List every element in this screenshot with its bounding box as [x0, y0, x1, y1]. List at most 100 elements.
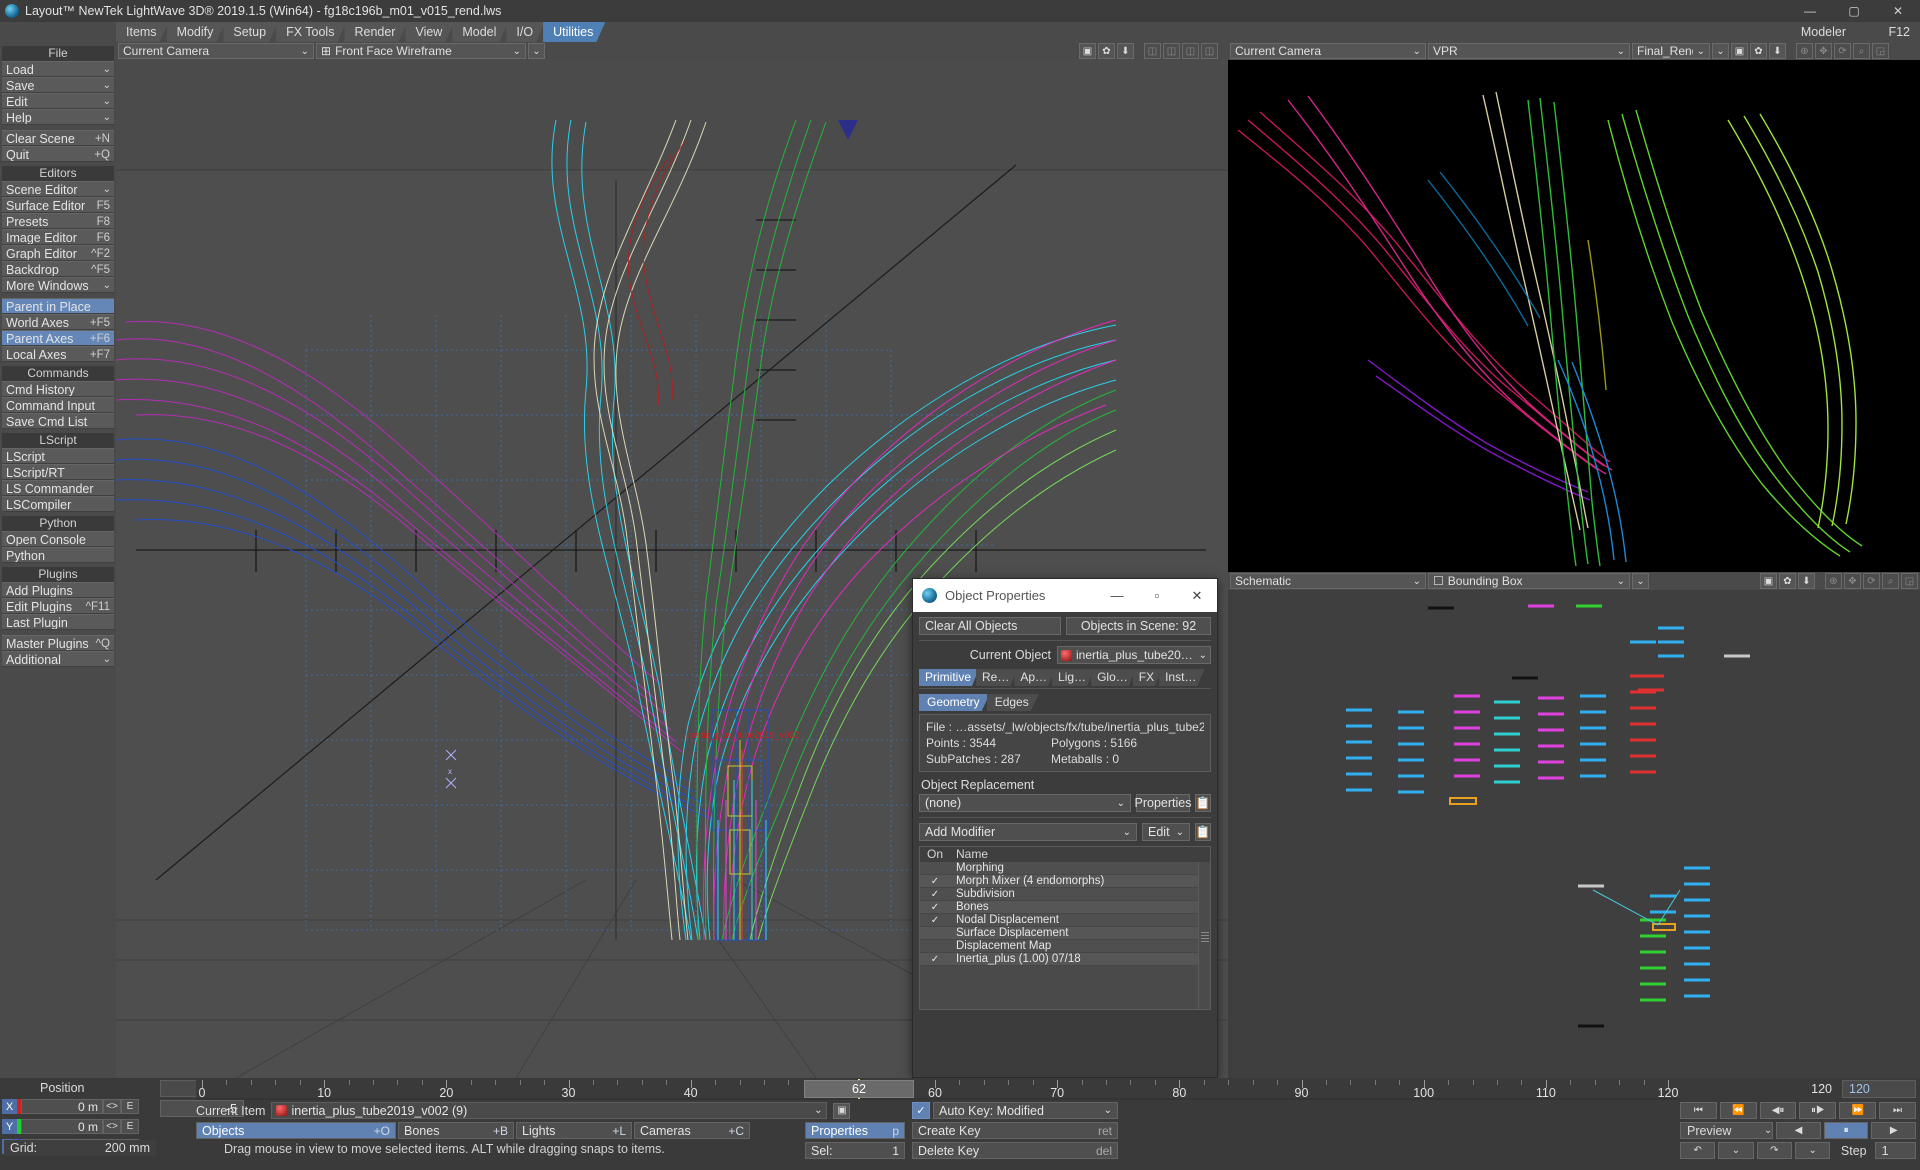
objprops-tab-glo-[interactable]: Glo… — [1091, 669, 1136, 686]
schematic-display-chevron-icon[interactable]: ⌄ — [1632, 573, 1649, 589]
gear-icon[interactable]: ✿ — [1750, 43, 1767, 59]
sidebar-item-surface-editor[interactable]: Surface Editor F5 — [2, 197, 114, 213]
sidebar-item-backdrop[interactable]: Backdrop ^F5 — [2, 261, 114, 277]
modifier-enabled-checkbox[interactable]: ✓ — [920, 901, 950, 913]
vpr-camera-select[interactable]: Current Camera ⌄ — [1230, 43, 1426, 59]
sidebar-item-ls-commander[interactable]: LS Commander — [2, 480, 114, 496]
export-icon[interactable]: ⬇ — [1769, 43, 1786, 59]
modifier-row[interactable]: ✓ Subdivision — [920, 888, 1210, 901]
modifier-row[interactable]: Surface Displacement — [920, 927, 1210, 940]
vpr-preset-select[interactable]: Final_Render⌄ — [1632, 43, 1710, 59]
minimize-icon[interactable]: — — [1097, 579, 1137, 612]
zoom-icon[interactable]: ⌕ — [1853, 43, 1870, 59]
modifier-row[interactable]: ✓ Morph Mixer (4 endomorphs) — [920, 875, 1210, 888]
menu-tab-view[interactable]: View — [405, 22, 454, 42]
pause-button[interactable]: ⏸ — [1823, 1122, 1869, 1139]
sidebar-item-parent-in-place[interactable]: Parent in Place — [2, 298, 114, 314]
delete-key-button[interactable]: Delete Key del — [912, 1142, 1118, 1159]
grid3-icon[interactable]: ◫ — [1182, 43, 1199, 59]
modifier-row[interactable]: ✓ Bones — [920, 901, 1210, 914]
sidebar-item-command-input[interactable]: Command Input — [2, 397, 114, 413]
move-icon[interactable]: ✥ — [1844, 573, 1861, 589]
objprops-tab-lig-[interactable]: Lig… — [1052, 669, 1094, 686]
modifier-enabled-checkbox[interactable] — [920, 940, 950, 952]
objprops-tab-primitive[interactable]: Primitive — [919, 669, 979, 686]
sidebar-item-clear-scene[interactable]: Clear Scene +N — [2, 130, 114, 146]
modeler-button[interactable]: Modeler — [1801, 22, 1846, 42]
prev-key-button[interactable]: ⏪ — [1719, 1102, 1757, 1119]
current-item-field[interactable]: inertia_plus_tube2019_v002 (9) ⌄ — [271, 1102, 828, 1119]
properties-button[interactable]: Properties p — [805, 1122, 905, 1139]
sidebar-item-lscript[interactable]: LScript — [2, 448, 114, 464]
menu-tab-modify[interactable]: Modify — [167, 22, 226, 42]
objprops-tab-inst-[interactable]: Inst… — [1159, 669, 1204, 686]
grid1-icon[interactable]: ◫ — [1144, 43, 1161, 59]
move-icon[interactable]: ✥ — [1815, 43, 1832, 59]
redo-dropdown-icon[interactable]: ⌄ — [1794, 1142, 1831, 1159]
modifier-enabled-checkbox[interactable]: ✓ — [920, 888, 950, 900]
current-frame-box[interactable]: 62 — [804, 1080, 914, 1098]
sidebar-item-graph-editor[interactable]: Graph Editor ^F2 — [2, 245, 114, 261]
menu-tab-utilities[interactable]: Utilities — [543, 22, 605, 42]
scrollbar-grip[interactable] — [1201, 932, 1209, 944]
export-icon[interactable]: ⬇ — [1117, 43, 1134, 59]
sidebar-item-python[interactable]: Python — [2, 547, 114, 563]
menu-tab-setup[interactable]: Setup — [223, 22, 278, 42]
sidebar-item-world-axes[interactable]: World Axes +F5 — [2, 314, 114, 330]
undo-button[interactable]: ↶ — [1680, 1142, 1716, 1159]
play-backward-button[interactable]: ◀ — [1776, 1122, 1821, 1139]
axis-nudge-icon[interactable]: <> — [103, 1099, 121, 1114]
sidebar-item-additional[interactable]: Additional ⌄ — [2, 651, 114, 667]
object-properties-window[interactable]: Object Properties — ▫ ✕ Clear All Object… — [912, 578, 1218, 1078]
modifier-enabled-checkbox[interactable] — [920, 862, 950, 874]
sidebar-item-lscompiler[interactable]: LSCompiler — [2, 496, 114, 512]
sidebar-item-edit[interactable]: Edit ⌄ — [2, 93, 114, 109]
sidebar-item-add-plugins[interactable]: Add Plugins — [2, 582, 114, 598]
modifier-list[interactable]: On Name Morphing ✓ Morph Mixer (4 endomorp… — [919, 846, 1211, 1010]
sidebar-item-save-cmd-list[interactable]: Save Cmd List — [2, 413, 114, 429]
sidebar-item-presets[interactable]: Presets F8 — [2, 213, 114, 229]
menu-tab-render[interactable]: Render — [344, 22, 407, 42]
grid4-icon[interactable]: ◫ — [1201, 43, 1218, 59]
schematic-mode-select[interactable]: Schematic ⌄ — [1230, 573, 1426, 589]
menu-tab-items[interactable]: Items — [116, 22, 169, 42]
viewport-camera-select[interactable]: Current Camera ⌄ — [118, 43, 314, 59]
modifier-list-scrollbar[interactable] — [1198, 862, 1210, 1009]
timeline-ruler[interactable]: 0102030405060708090100110120 62 — [196, 1078, 1680, 1100]
axis-envelope-button[interactable]: E — [121, 1119, 139, 1134]
axis-envelope-button[interactable]: E — [121, 1099, 139, 1114]
first-frame-button[interactable]: ⏮ — [1680, 1102, 1717, 1119]
redo-button[interactable]: ↷ — [1756, 1142, 1792, 1159]
modifier-enabled-checkbox[interactable] — [920, 927, 950, 939]
play-forward-button[interactable]: ▶ — [1871, 1122, 1916, 1139]
maximize-icon[interactable]: ◲ — [1872, 43, 1889, 59]
objprops-tab-re-[interactable]: Re… — [976, 669, 1017, 686]
objprops-tab-fx[interactable]: FX — [1133, 669, 1162, 686]
camera-icon[interactable]: ▣ — [1079, 43, 1096, 59]
minimize-icon[interactable]: — — [1788, 0, 1832, 22]
vpr-mode-select[interactable]: VPR ⌄ — [1428, 43, 1630, 59]
select-mode-cameras[interactable]: Cameras +C — [634, 1122, 750, 1139]
menu-tab-fx-tools[interactable]: FX Tools — [276, 22, 346, 42]
select-mode-lights[interactable]: Lights +L — [516, 1122, 632, 1139]
prev-frame-button[interactable]: ◀⏸ — [1759, 1102, 1797, 1119]
auto-key-checkbox[interactable]: ✓ — [912, 1102, 930, 1119]
object-replacement-properties-button[interactable]: Properties — [1135, 794, 1192, 812]
modifier-row[interactable]: ✓ Nodal Displacement — [920, 914, 1210, 927]
gear-icon[interactable]: ✿ — [1098, 43, 1115, 59]
vpr-preset-chevron-icon[interactable]: ⌄ — [1712, 43, 1729, 59]
export-icon[interactable]: ⬇ — [1798, 573, 1815, 589]
sidebar-item-scene-editor[interactable]: Scene Editor ⌄ — [2, 181, 114, 197]
camera-icon[interactable]: ▣ — [1731, 43, 1748, 59]
select-mode-bones[interactable]: Bones +B — [398, 1122, 514, 1139]
modifier-enabled-checkbox[interactable]: ✓ — [920, 914, 950, 926]
sidebar-item-more-windows[interactable]: More Windows ⌄ — [2, 277, 114, 293]
auto-key-select[interactable]: Auto Key: Modified ⌄ — [933, 1102, 1118, 1119]
select-mode-objects[interactable]: Objects +O — [196, 1122, 396, 1139]
sidebar-item-load[interactable]: Load ⌄ — [2, 61, 114, 77]
vpr-render-canvas[interactable] — [1228, 60, 1920, 572]
objprops-tab-ap-[interactable]: Ap… — [1014, 669, 1055, 686]
object-replacement-select[interactable]: (none) ⌄ — [919, 794, 1131, 812]
display-mode-chevron-icon[interactable]: ⌄ — [528, 43, 545, 59]
sidebar-item-image-editor[interactable]: Image Editor F6 — [2, 229, 114, 245]
